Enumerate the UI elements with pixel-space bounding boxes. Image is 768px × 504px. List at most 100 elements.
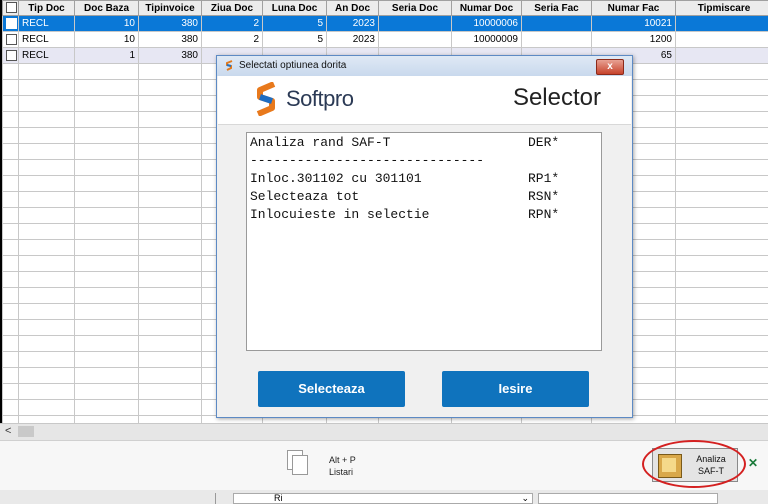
table-cell[interactable] xyxy=(378,15,452,32)
table-cell[interactable]: 2 xyxy=(201,31,263,48)
column-header[interactable]: Seria Fac xyxy=(521,0,592,16)
option-code[interactable]: RSN* xyxy=(528,189,559,204)
table-cell[interactable]: 380 xyxy=(138,47,202,64)
table-cell[interactable]: 1 xyxy=(74,47,139,64)
select-button[interactable]: Selecteaza xyxy=(258,371,405,407)
table-row[interactable]: RECL 10 380 2 5 2023 10000006 10021 xyxy=(2,15,768,32)
empty-cell xyxy=(74,367,139,384)
table-cell[interactable] xyxy=(675,31,768,48)
option-code[interactable]: RP1* xyxy=(528,171,559,186)
row-select-cell[interactable] xyxy=(2,15,19,32)
table-cell[interactable]: 10021 xyxy=(591,15,676,32)
table-cell[interactable]: 10000006 xyxy=(451,15,522,32)
column-header[interactable]: Numar Fac xyxy=(591,0,676,16)
empty-cell xyxy=(675,223,768,240)
column-header[interactable]: Seria Doc xyxy=(378,0,452,16)
empty-cell xyxy=(74,127,139,144)
table-cell[interactable]: 10000009 xyxy=(451,31,522,48)
table-cell[interactable]: 5 xyxy=(262,15,327,32)
header-select-all[interactable] xyxy=(2,0,19,16)
checkbox-icon[interactable] xyxy=(6,2,17,14)
option-code[interactable]: RPN* xyxy=(528,207,559,222)
table-cell[interactable] xyxy=(378,31,452,48)
table-cell[interactable]: 2023 xyxy=(326,31,379,48)
filter-input[interactable] xyxy=(538,493,718,504)
column-header[interactable]: Luna Doc xyxy=(262,0,327,16)
option-code[interactable]: DER* xyxy=(528,135,559,150)
row-select-cell[interactable] xyxy=(2,31,19,48)
empty-cell xyxy=(18,255,75,272)
empty-cell xyxy=(675,159,768,176)
table-cell[interactable] xyxy=(521,31,592,48)
excel-export-icon[interactable]: ✕ xyxy=(748,457,762,469)
empty-cell xyxy=(2,351,19,368)
empty-cell xyxy=(74,303,139,320)
option-label[interactable]: Analiza rand SAF-T xyxy=(250,135,390,150)
empty-cell xyxy=(18,303,75,320)
row-select-cell[interactable] xyxy=(2,47,19,64)
table-cell[interactable]: RECL xyxy=(18,47,75,64)
empty-cell xyxy=(2,79,19,96)
empty-cell xyxy=(675,367,768,384)
panel-divider xyxy=(215,493,216,504)
table-cell[interactable] xyxy=(675,15,768,32)
chevron-down-icon[interactable]: ⌄ xyxy=(521,494,529,503)
table-cell[interactable]: 380 xyxy=(138,31,202,48)
empty-cell xyxy=(2,255,19,272)
empty-cell xyxy=(675,351,768,368)
empty-cell xyxy=(18,175,75,192)
table-cell[interactable] xyxy=(675,47,768,64)
empty-cell xyxy=(2,367,19,384)
exit-button[interactable]: Iesire xyxy=(442,371,589,407)
column-header[interactable]: Numar Doc xyxy=(451,0,522,16)
checkbox-icon[interactable] xyxy=(6,33,17,45)
empty-cell xyxy=(74,63,139,80)
table-row[interactable]: RECL 10 380 2 5 2023 10000009 1200 xyxy=(2,31,768,48)
option-label[interactable]: Selecteaza tot xyxy=(250,189,359,204)
column-header[interactable]: Tipmiscare xyxy=(675,0,768,16)
empty-cell xyxy=(2,175,19,192)
table-cell[interactable]: 10 xyxy=(74,15,139,32)
table-cell[interactable]: 2 xyxy=(201,15,263,32)
table-cell[interactable]: 2023 xyxy=(326,15,379,32)
filter-combobox[interactable]: Ri ⌄ xyxy=(233,493,533,504)
scroll-left-icon[interactable]: < xyxy=(5,425,11,437)
selector-dialog: Selectati optiunea dorita x Softpro Sele… xyxy=(216,55,633,418)
empty-cell xyxy=(18,415,75,423)
empty-cell xyxy=(2,159,19,176)
option-label[interactable]: Inlocuieste in selectie xyxy=(250,207,429,222)
scroll-thumb[interactable] xyxy=(18,426,34,437)
empty-cell xyxy=(74,175,139,192)
empty-cell xyxy=(74,79,139,96)
table-cell[interactable]: 380 xyxy=(138,15,202,32)
option-label[interactable]: Inloc.301102 cu 301101 xyxy=(250,171,422,186)
empty-cell xyxy=(138,207,202,224)
combo-value: Ri xyxy=(274,493,283,503)
listari-icon-back[interactable] xyxy=(292,455,308,475)
empty-cell xyxy=(2,335,19,352)
empty-cell xyxy=(2,399,19,416)
table-cell[interactable] xyxy=(521,15,592,32)
empty-cell xyxy=(675,95,768,112)
column-header[interactable]: Doc Baza xyxy=(74,0,139,16)
checkbox-icon[interactable] xyxy=(6,49,17,61)
empty-cell xyxy=(138,383,202,400)
empty-cell xyxy=(18,79,75,96)
empty-cell xyxy=(138,223,202,240)
column-header[interactable]: Tip Doc xyxy=(18,0,75,16)
empty-cell xyxy=(74,207,139,224)
horizontal-scrollbar[interactable]: < xyxy=(0,423,768,440)
table-cell[interactable]: 1200 xyxy=(591,31,676,48)
options-list[interactable]: Analiza rand SAF-T DER* ----------------… xyxy=(246,132,602,351)
table-cell[interactable]: 10 xyxy=(74,31,139,48)
listari-shortcut[interactable]: Alt + P xyxy=(329,455,356,465)
checkbox-icon[interactable] xyxy=(6,17,17,29)
table-cell[interactable]: 5 xyxy=(262,31,327,48)
table-cell[interactable]: RECL xyxy=(18,15,75,32)
column-header[interactable]: An Doc xyxy=(326,0,379,16)
column-header[interactable]: Tipinvoice xyxy=(138,0,202,16)
column-header[interactable]: Ziua Doc xyxy=(201,0,263,16)
close-button[interactable]: x xyxy=(596,59,624,75)
listari-button-label[interactable]: Listari xyxy=(329,467,353,477)
table-cell[interactable]: RECL xyxy=(18,31,75,48)
